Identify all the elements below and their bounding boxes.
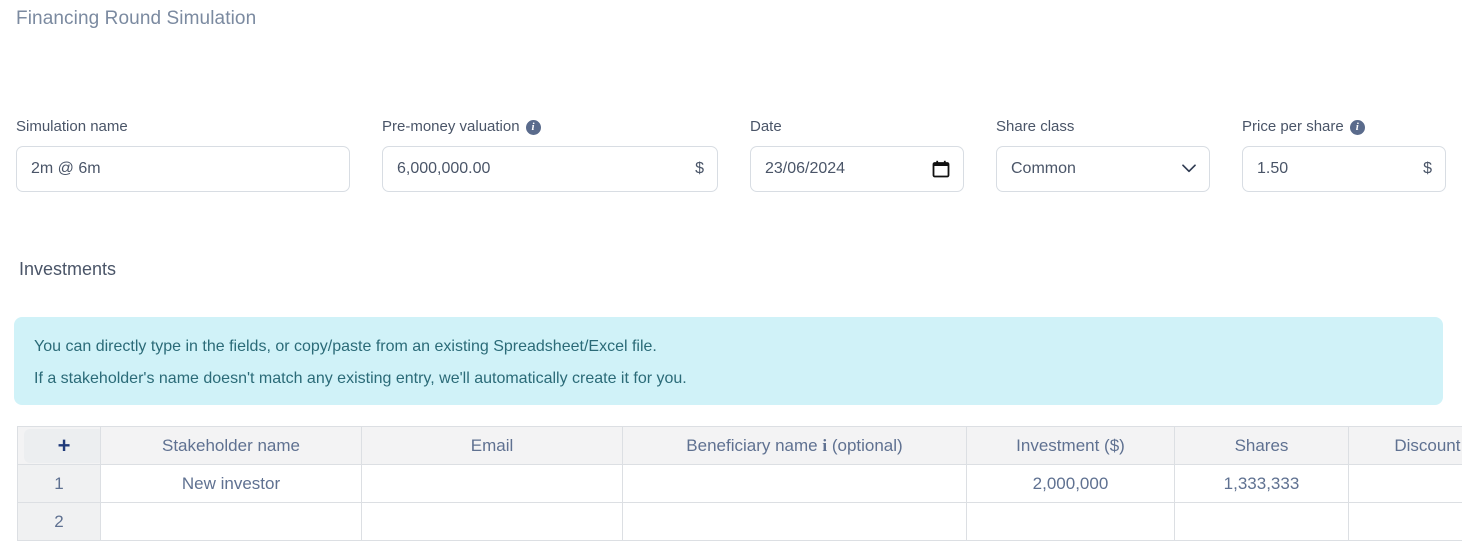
financing-round-simulation-page: Financing Round Simulation Simulation na… — [0, 0, 1462, 547]
cell-discount[interactable] — [1348, 464, 1462, 503]
calendar-icon[interactable] — [932, 160, 950, 178]
header-email[interactable]: Email — [361, 426, 623, 465]
label-simulation-name-text: Simulation name — [16, 118, 128, 135]
label-pre-money-valuation-text: Pre-money valuation — [382, 118, 520, 135]
pre-money-valuation-input[interactable]: 6,000,000.00 — [382, 146, 718, 192]
label-pre-money-valuation: Pre-money valuation i — [382, 118, 718, 136]
price-per-share-input[interactable]: 1.50 — [1242, 146, 1446, 192]
info-icon[interactable]: i — [525, 119, 541, 135]
share-class-select[interactable]: Common — [996, 146, 1210, 192]
info-icon[interactable]: i — [1349, 119, 1365, 135]
header-shares[interactable]: Shares — [1174, 426, 1349, 465]
price-per-share-input-wrap: 1.50 $ — [1242, 146, 1446, 192]
investments-table: + Stakeholder name Email Beneficiary nam… — [17, 426, 1462, 541]
field-price-per-share: Price per share i 1.50 $ — [1226, 118, 1462, 192]
dollar-sign-suffix: $ — [1423, 160, 1432, 177]
field-date: Date 23/06/2024 — [734, 118, 980, 192]
cell-shares[interactable]: 1,333,333 — [1174, 464, 1349, 503]
label-simulation-name: Simulation name — [16, 118, 350, 136]
cell-beneficiary-name[interactable] — [622, 464, 967, 503]
header-beneficiary-name[interactable]: Beneficiary name i (optional) — [622, 426, 967, 465]
label-share-class: Share class — [996, 118, 1210, 136]
cell-email[interactable] — [361, 502, 623, 541]
cell-stakeholder-name[interactable]: New investor — [100, 464, 362, 503]
table-row: 1 New investor 2,000,000 1,333,333 — [17, 464, 1462, 503]
simulation-name-input-wrap: 2m @ 6m — [16, 146, 350, 192]
label-date: Date — [750, 118, 964, 136]
field-share-class: Share class Common — [980, 118, 1226, 192]
cell-stakeholder-name[interactable] — [100, 502, 362, 541]
investments-table-body: 1 New investor 2,000,000 1,333,333 2 — [17, 464, 1462, 541]
cell-discount[interactable] — [1348, 502, 1462, 541]
cell-investment[interactable] — [966, 502, 1175, 541]
field-pre-money-valuation: Pre-money valuation i 6,000,000.00 $ — [366, 118, 734, 192]
simulation-name-input[interactable]: 2m @ 6m — [16, 146, 350, 192]
investments-table-scroll: + Stakeholder name Email Beneficiary nam… — [17, 426, 1462, 541]
label-price-per-share-text: Price per share — [1242, 118, 1344, 135]
table-header-row: + Stakeholder name Email Beneficiary nam… — [17, 426, 1462, 465]
cell-email[interactable] — [361, 464, 623, 503]
dollar-sign-suffix: $ — [695, 160, 704, 177]
header-beneficiary-optional-text: (optional) — [831, 435, 903, 455]
table-row: 2 — [17, 502, 1462, 541]
header-discount[interactable]: Discount (%) — [1348, 426, 1462, 465]
label-price-per-share: Price per share i — [1242, 118, 1446, 136]
row-number: 1 — [17, 464, 101, 503]
cell-beneficiary-name[interactable] — [622, 502, 967, 541]
row-number: 2 — [17, 502, 101, 541]
info-banner-line-2: If a stakeholder's name doesn't match an… — [34, 370, 687, 387]
add-row-button[interactable]: + — [24, 428, 100, 463]
info-banner-line-1: You can directly type in the fields, or … — [34, 338, 657, 355]
field-simulation-name: Simulation name 2m @ 6m — [0, 118, 366, 192]
pre-money-valuation-input-wrap: 6,000,000.00 $ — [382, 146, 718, 192]
header-beneficiary-name-text: Beneficiary name — [686, 435, 818, 455]
info-banner: You can directly type in the fields, or … — [14, 317, 1443, 405]
share-class-select-wrap: Common — [996, 146, 1210, 192]
cell-investment[interactable]: 2,000,000 — [966, 464, 1175, 503]
add-row-header-cell: + — [17, 426, 101, 465]
info-icon[interactable]: i — [822, 436, 827, 455]
cell-shares[interactable] — [1174, 502, 1349, 541]
label-share-class-text: Share class — [996, 118, 1075, 135]
investments-section-title: Investments — [19, 259, 117, 279]
header-investment[interactable]: Investment ($) — [966, 426, 1175, 465]
investments-table-header: + Stakeholder name Email Beneficiary nam… — [17, 426, 1462, 465]
header-stakeholder-name[interactable]: Stakeholder name — [100, 426, 362, 465]
date-input-wrap: 23/06/2024 — [750, 146, 964, 192]
page-title: Financing Round Simulation — [16, 8, 257, 29]
simulation-form-row: Simulation name 2m @ 6m Pre-money valuat… — [0, 118, 1462, 192]
label-date-text: Date — [750, 118, 782, 135]
